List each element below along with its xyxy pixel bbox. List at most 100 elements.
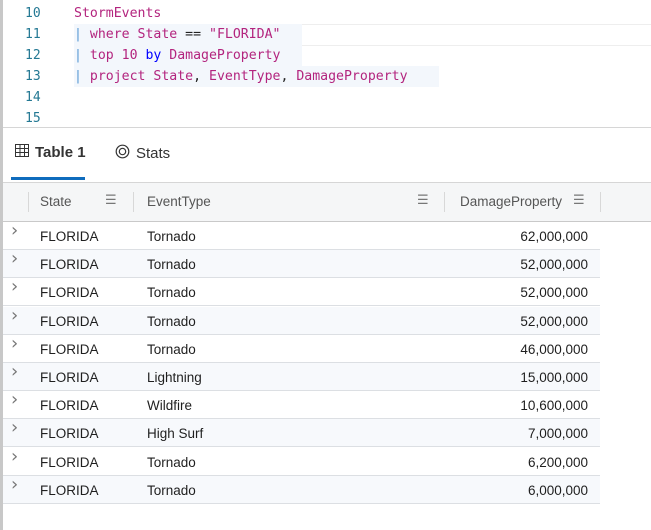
cell-eventtype: Lightning bbox=[147, 370, 202, 385]
code-token: , bbox=[193, 69, 209, 84]
query-editor[interactable]: 10 StormEvents 11 | where State == "FLORIDA… bbox=[3, 0, 651, 128]
table-row[interactable]: › FLORIDA Tornado 52,000,000 bbox=[3, 305, 600, 335]
table-row[interactable]: › FLORIDA Tornado 6,000,000 bbox=[3, 474, 600, 504]
table-row[interactable]: › FLORIDA High Surf 7,000,000 bbox=[3, 417, 600, 448]
cell-state: FLORIDA bbox=[40, 426, 99, 442]
code-token: == bbox=[185, 27, 209, 42]
code-token: top 10 bbox=[89, 48, 146, 63]
cell-eventtype: Tornado bbox=[147, 285, 196, 301]
code-token: by bbox=[145, 48, 170, 63]
cell-damageproperty: 62,000,000 bbox=[520, 229, 588, 244]
cell-state: FLORIDA bbox=[40, 454, 99, 470]
line-number: 12 bbox=[25, 48, 41, 63]
line-number: 15 bbox=[25, 111, 41, 126]
code-line[interactable]: 10 StormEvents bbox=[3, 3, 651, 24]
expand-row-chevron-icon[interactable]: › bbox=[11, 474, 18, 495]
cell-state: FLORIDA bbox=[40, 285, 99, 301]
column-separator bbox=[28, 192, 29, 212]
table-row[interactable]: › FLORIDA Tornado 6,200,000 bbox=[3, 446, 600, 476]
tab-stats[interactable]: Stats bbox=[115, 144, 170, 163]
column-menu-icon[interactable]: ☰ bbox=[105, 183, 117, 221]
code-token: "FLORIDA" bbox=[209, 27, 281, 42]
cell-eventtype: Tornado bbox=[147, 313, 196, 329]
expand-row-chevron-icon[interactable]: › bbox=[11, 333, 18, 354]
cell-damageproperty: 46,000,000 bbox=[520, 341, 588, 357]
cell-eventtype: Tornado bbox=[147, 482, 196, 498]
column-header-eventtype[interactable]: EventType bbox=[147, 183, 211, 221]
cell-state: FLORIDA bbox=[40, 313, 99, 329]
code-line[interactable]: 12 | top 10 by DamageProperty bbox=[3, 45, 651, 66]
code-token: StormEvents bbox=[74, 6, 162, 21]
code-text: StormEvents bbox=[74, 3, 161, 24]
expand-row-chevron-icon[interactable]: › bbox=[11, 305, 18, 326]
cell-eventtype: Tornado bbox=[147, 341, 196, 357]
cell-damageproperty: 52,000,000 bbox=[520, 257, 588, 273]
code-token: DamageProperty bbox=[169, 48, 281, 63]
code-token: | bbox=[74, 48, 90, 63]
expand-row-chevron-icon[interactable]: › bbox=[11, 276, 18, 297]
column-separator bbox=[444, 192, 445, 212]
table-header: State ☰ EventType ☰ DamageProperty ☰ bbox=[3, 182, 651, 222]
cell-state: FLORIDA bbox=[40, 482, 99, 498]
expand-row-chevron-icon[interactable]: › bbox=[11, 417, 18, 438]
column-header-state[interactable]: State bbox=[40, 183, 72, 221]
code-text: | top 10 by DamageProperty bbox=[74, 45, 280, 66]
expand-row-chevron-icon[interactable]: › bbox=[11, 389, 18, 410]
code-token: project State bbox=[89, 69, 194, 84]
cell-eventtype: Tornado bbox=[147, 257, 196, 273]
code-token: DamageProperty bbox=[296, 69, 408, 84]
tab-label: Table 1 bbox=[35, 144, 86, 161]
table-row[interactable]: › FLORIDA Wildfire 10,600,000 bbox=[3, 389, 600, 420]
column-menu-icon[interactable]: ☰ bbox=[417, 183, 429, 221]
code-token: | bbox=[74, 27, 90, 42]
table-icon bbox=[15, 144, 29, 161]
line-number: 11 bbox=[25, 27, 41, 42]
cell-eventtype: High Surf bbox=[147, 426, 204, 442]
line-number: 14 bbox=[25, 90, 41, 105]
stats-icon bbox=[115, 144, 130, 163]
table-row[interactable]: › FLORIDA Tornado 52,000,000 bbox=[3, 276, 600, 307]
cell-eventtype: Wildfire bbox=[147, 398, 193, 414]
cell-damageproperty: 6,000,000 bbox=[527, 482, 588, 498]
cell-eventtype: Tornado bbox=[147, 454, 196, 470]
table-row[interactable]: › FLORIDA Tornado 46,000,000 bbox=[3, 333, 600, 363]
tab-table-1[interactable]: Table 1 bbox=[15, 144, 86, 161]
column-separator bbox=[133, 192, 134, 212]
cell-damageproperty: 6,200,000 bbox=[527, 454, 588, 470]
table-row[interactable]: › FLORIDA Lightning 15,000,000 bbox=[3, 361, 600, 391]
code-line[interactable]: 13 | project State, EventType, DamageProp… bbox=[3, 66, 651, 87]
cell-damageproperty: 52,000,000 bbox=[520, 313, 588, 329]
line-number: 13 bbox=[25, 69, 41, 84]
expand-row-chevron-icon[interactable]: › bbox=[11, 446, 18, 467]
cell-state: FLORIDA bbox=[40, 341, 99, 357]
code-line[interactable]: 15 bbox=[3, 108, 651, 129]
code-token: where State bbox=[89, 27, 186, 42]
active-tab-indicator bbox=[11, 177, 85, 180]
table-row[interactable]: › FLORIDA Tornado 62,000,000 bbox=[3, 220, 600, 250]
line-number: 10 bbox=[25, 6, 41, 21]
column-separator bbox=[600, 192, 601, 212]
column-header-damageproperty[interactable]: DamageProperty bbox=[460, 183, 562, 221]
cell-state: FLORIDA bbox=[40, 257, 99, 273]
expand-row-chevron-icon[interactable]: › bbox=[11, 220, 18, 241]
cell-damageproperty: 10,600,000 bbox=[520, 398, 588, 414]
code-token: , bbox=[280, 69, 297, 84]
code-text: | project State, EventType, DamageProper… bbox=[74, 66, 408, 87]
column-menu-icon[interactable]: ☰ bbox=[573, 183, 585, 221]
cell-damageproperty: 15,000,000 bbox=[520, 370, 588, 385]
code-text: | where State == "FLORIDA" bbox=[74, 24, 280, 45]
table-row[interactable]: › FLORIDA Tornado 52,000,000 bbox=[3, 248, 600, 279]
result-tabs: Table 1 Stats bbox=[3, 128, 651, 181]
cell-state: FLORIDA bbox=[40, 370, 99, 385]
code-line[interactable]: 11 | where State == "FLORIDA" bbox=[3, 24, 651, 46]
tab-label: Stats bbox=[136, 145, 171, 162]
cell-eventtype: Tornado bbox=[147, 229, 196, 244]
cell-damageproperty: 7,000,000 bbox=[527, 426, 588, 442]
expand-row-chevron-icon[interactable]: › bbox=[11, 361, 18, 382]
cell-damageproperty: 52,000,000 bbox=[520, 285, 588, 301]
cell-state: FLORIDA bbox=[40, 398, 99, 414]
code-token: | bbox=[74, 69, 90, 84]
expand-row-chevron-icon[interactable]: › bbox=[11, 248, 18, 269]
code-line[interactable]: 14 bbox=[3, 87, 651, 108]
cell-state: FLORIDA bbox=[40, 229, 99, 244]
